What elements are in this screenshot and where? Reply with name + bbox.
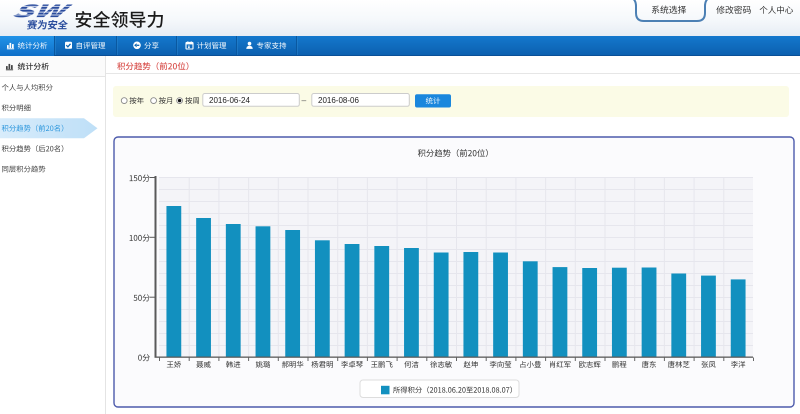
svg-text:2016-08-06: 2016-08-06 — [318, 96, 359, 105]
svg-text:–: – — [302, 95, 307, 105]
svg-text:2016-06-24: 2016-06-24 — [209, 96, 250, 105]
